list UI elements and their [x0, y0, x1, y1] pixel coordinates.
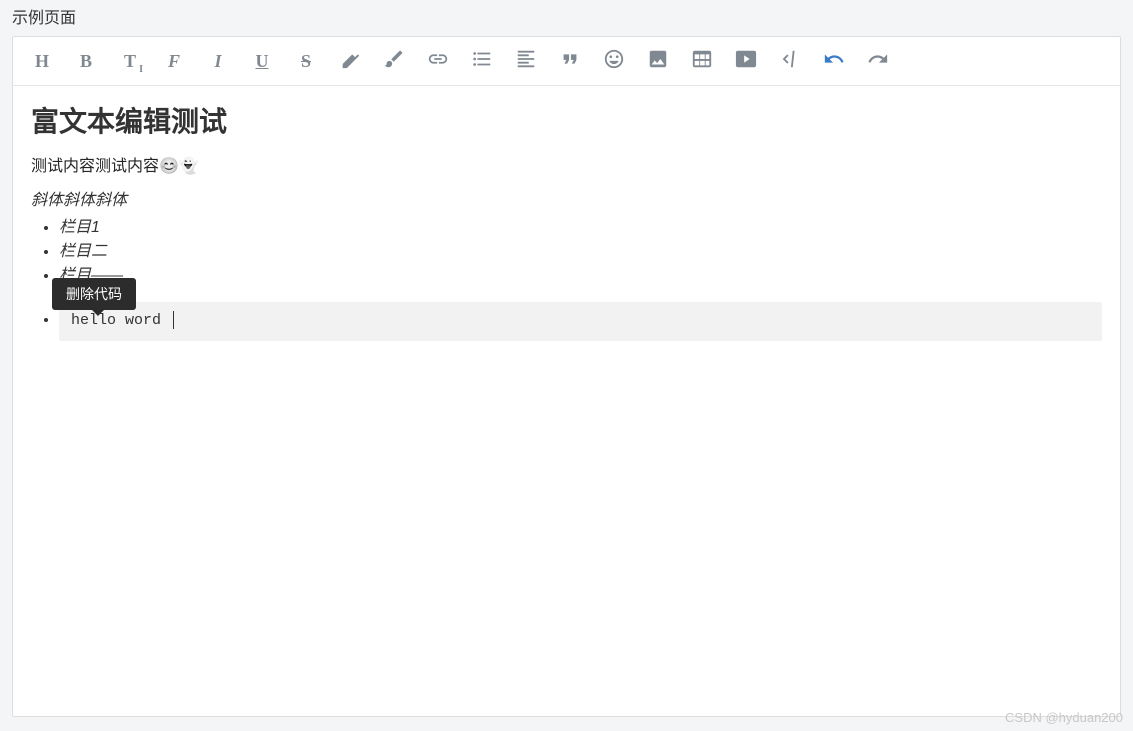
list-button[interactable]	[461, 43, 503, 79]
emoji-icon	[603, 48, 625, 75]
toolbar: H B TI F I U S	[13, 37, 1120, 86]
text-cursor	[173, 311, 174, 329]
font-size-button[interactable]: TI	[109, 43, 151, 79]
content-list: 栏目1 栏目二 栏目——	[31, 216, 1102, 288]
list-item: 栏目二	[59, 240, 1102, 264]
quote-button[interactable]	[549, 43, 591, 79]
align-icon	[515, 48, 537, 75]
content-code-list: hello word	[31, 302, 1102, 341]
video-icon	[735, 48, 757, 75]
highlight-button[interactable]	[329, 43, 371, 79]
heading-button[interactable]: H	[21, 43, 63, 79]
page-title: 示例页面	[0, 0, 1133, 32]
list-item-code: hello word	[59, 302, 1102, 341]
underline-button[interactable]: U	[241, 43, 283, 79]
list-item: 栏目1	[59, 216, 1102, 240]
quote-icon	[559, 48, 581, 75]
code-icon	[779, 48, 801, 75]
image-button[interactable]	[637, 43, 679, 79]
redo-icon	[867, 48, 889, 75]
content-italic: 斜体斜体斜体	[31, 186, 1102, 210]
code-block[interactable]: hello word	[59, 302, 1102, 341]
list-icon	[471, 48, 493, 75]
content-heading: 富文本编辑测试	[31, 100, 1102, 140]
highlight-icon	[339, 48, 361, 75]
tooltip-delete-code: 删除代码	[52, 278, 136, 310]
image-icon	[647, 48, 669, 75]
redo-button[interactable]	[857, 43, 899, 79]
content-paragraph: 测试内容测试内容😊👻	[31, 152, 1102, 176]
list-item: 栏目——	[59, 264, 1102, 288]
video-button[interactable]	[725, 43, 767, 79]
code-button[interactable]	[769, 43, 811, 79]
strike-button[interactable]: S	[285, 43, 327, 79]
table-button[interactable]	[681, 43, 723, 79]
link-button[interactable]	[417, 43, 459, 79]
brush-button[interactable]	[373, 43, 415, 79]
editor-container: H B TI F I U S	[12, 36, 1121, 717]
brush-icon	[383, 48, 405, 75]
link-icon	[427, 48, 449, 75]
undo-icon	[823, 48, 845, 75]
table-icon	[691, 48, 713, 75]
italic-button[interactable]: I	[197, 43, 239, 79]
align-button[interactable]	[505, 43, 547, 79]
watermark: CSDN @hyduan200	[1005, 710, 1123, 725]
bold-button[interactable]: B	[65, 43, 107, 79]
undo-button[interactable]	[813, 43, 855, 79]
emoji-button[interactable]	[593, 43, 635, 79]
editor-content[interactable]: 富文本编辑测试 测试内容测试内容😊👻 斜体斜体斜体 栏目1 栏目二 栏目—— h…	[13, 86, 1120, 716]
font-family-button[interactable]: F	[153, 43, 195, 79]
